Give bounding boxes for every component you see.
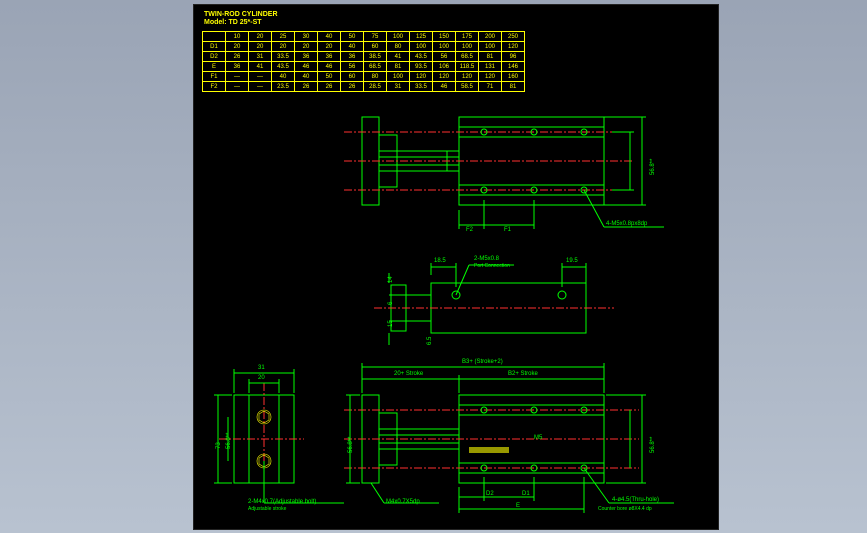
dim-label: D2 (486, 491, 494, 497)
dim-label: 56.8** (650, 159, 656, 175)
dim-label: 20 (258, 375, 265, 381)
dim-label: 4-M5x0.8px8dp (606, 221, 647, 227)
dim-label: 4-ø4.5(Thru-hole) (612, 497, 659, 503)
dim-label: 20+ Stroke (394, 371, 423, 377)
drawing-canvas: TWIN-ROD CYLINDER Model: TD 25*-ST 10 20… (193, 4, 719, 530)
dim-label: Adjustable stroke (248, 506, 286, 512)
dim-label: 18.5 (434, 258, 446, 264)
dim-label: M5 (534, 435, 542, 441)
dim-label: 2-M4x0.7(Adjustable bolt) (248, 499, 316, 505)
dim-label: D1 (522, 491, 530, 497)
dim-label: F1 (504, 227, 511, 233)
dim-label: E (516, 503, 520, 509)
dim-label: 2-M5x0.8 (474, 256, 499, 262)
dim-label: 15 (388, 320, 394, 327)
dim-label: 6 (388, 302, 394, 305)
dim-label: 6.5 (427, 337, 433, 345)
dim-label: 56.8** (650, 437, 656, 453)
dim-label: B3+ (Stroke+2) (462, 359, 503, 365)
dim-label: 56.8** (348, 437, 354, 453)
dim-label: Port Connection (474, 263, 510, 269)
dim-label: M4x0.7X5dp (386, 499, 420, 505)
dim-label: 73 (216, 442, 222, 449)
dim-label: 31 (258, 365, 265, 371)
dim-label: 56.8** (226, 433, 232, 449)
dim-label: B2+ Stroke (508, 371, 538, 377)
dim-label: 14 (388, 276, 394, 283)
drawing-svg (194, 5, 718, 529)
dim-label: F2 (466, 227, 473, 233)
dim-label: 19.5 (566, 258, 578, 264)
dim-label: Counter bore ø8X4.4 dp (598, 506, 652, 512)
